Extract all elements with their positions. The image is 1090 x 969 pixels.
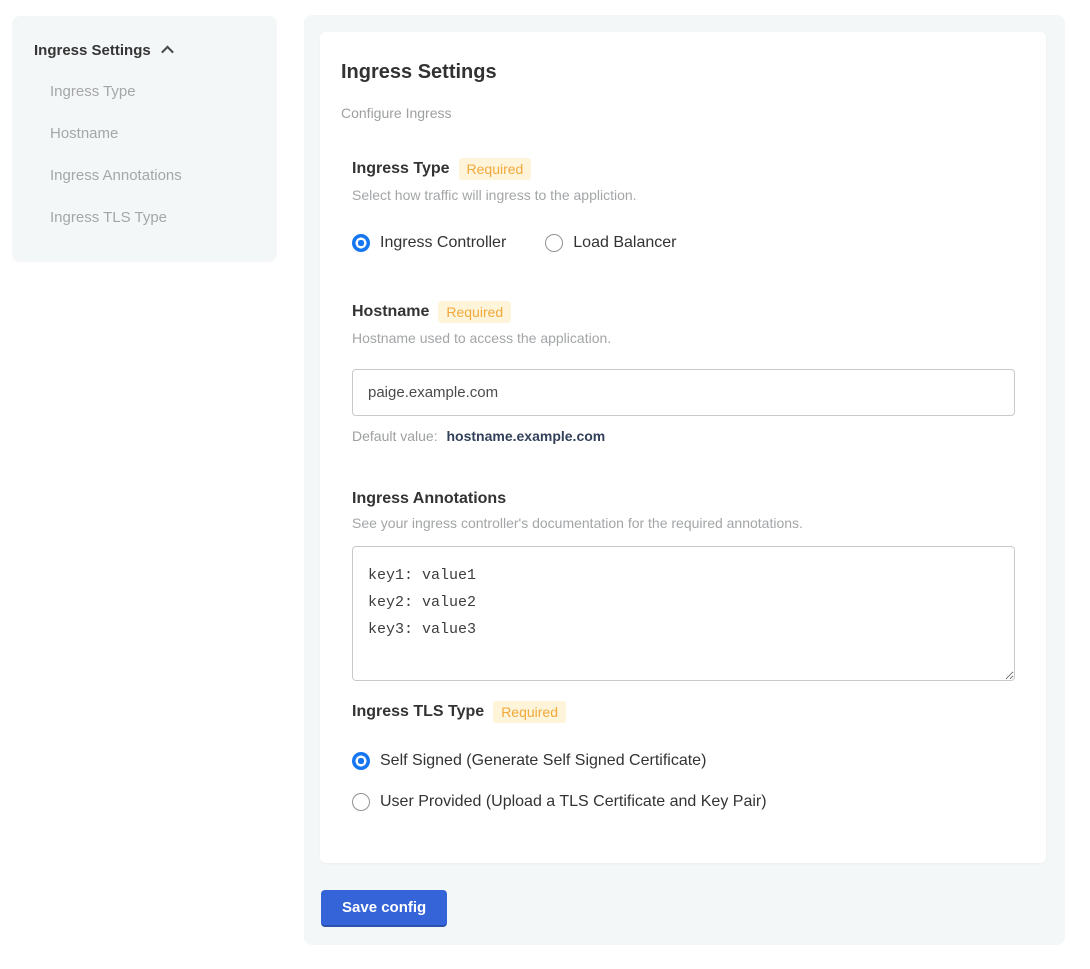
sidebar-group-ingress-settings[interactable]: Ingress Settings <box>34 42 277 59</box>
ingress-annotations-label: Ingress Annotations <box>352 490 506 508</box>
radio-option-label: Load Balancer <box>573 234 676 252</box>
config-panel: Ingress Settings Configure Ingress Ingre… <box>304 15 1065 945</box>
save-config-button[interactable]: Save config <box>321 890 447 927</box>
hostname-input[interactable] <box>352 369 1015 416</box>
radio-option-label: User Provided (Upload a TLS Certificate … <box>380 793 767 811</box>
radio-unselected-icon[interactable] <box>352 793 370 811</box>
default-value-prefix: Default value: <box>352 428 438 444</box>
radio-selected-icon[interactable] <box>352 234 370 252</box>
chevron-up-icon <box>161 46 174 59</box>
radio-option-user-provided[interactable]: User Provided (Upload a TLS Certificate … <box>352 793 1015 811</box>
radio-selected-icon[interactable] <box>352 752 370 770</box>
required-badge: Required <box>459 158 532 180</box>
hostname-label: Hostname <box>352 303 429 321</box>
ingress-tls-radio-group: Self Signed (Generate Self Signed Certif… <box>352 752 1015 811</box>
radio-option-label: Ingress Controller <box>380 234 506 252</box>
hostname-help: Hostname used to access the application. <box>352 330 1015 346</box>
ingress-tls-type-label: Ingress TLS Type <box>352 703 484 721</box>
page-title: Ingress Settings <box>341 61 1015 84</box>
sidebar-item-ingress-tls-type[interactable]: Ingress TLS Type <box>50 209 277 227</box>
radio-option-load-balancer[interactable]: Load Balancer <box>545 234 676 252</box>
sidebar-item-ingress-type[interactable]: Ingress Type <box>50 83 277 101</box>
section-hostname: Hostname Required Hostname used to acces… <box>352 301 1015 444</box>
radio-unselected-icon[interactable] <box>545 234 563 252</box>
ingress-type-label: Ingress Type <box>352 160 450 178</box>
default-value-link[interactable]: hostname.example.com <box>447 428 606 444</box>
hostname-default-line: Default value: hostname.example.com <box>352 428 1015 444</box>
ingress-type-radio-group: Ingress Controller Load Balancer <box>352 234 1015 252</box>
section-ingress-annotations: Ingress Annotations See your ingress con… <box>352 490 1015 681</box>
radio-option-self-signed[interactable]: Self Signed (Generate Self Signed Certif… <box>352 752 1015 770</box>
ingress-annotations-textarea[interactable]: key1: value1 key2: value2 key3: value3 <box>352 546 1015 681</box>
config-card: Ingress Settings Configure Ingress Ingre… <box>320 32 1046 863</box>
radio-option-label: Self Signed (Generate Self Signed Certif… <box>380 752 706 770</box>
config-nav-sidebar: Ingress Settings Ingress Type Hostname I… <box>12 16 277 262</box>
page-subtitle: Configure Ingress <box>341 105 1015 121</box>
ingress-annotations-help: See your ingress controller's documentat… <box>352 515 1015 531</box>
ingress-type-help: Select how traffic will ingress to the a… <box>352 187 1015 203</box>
sidebar-item-hostname[interactable]: Hostname <box>50 125 277 143</box>
section-ingress-tls-type: Ingress TLS Type Required Self Signed (G… <box>352 701 1015 811</box>
required-badge: Required <box>493 701 566 723</box>
radio-option-ingress-controller[interactable]: Ingress Controller <box>352 234 506 252</box>
section-ingress-type: Ingress Type Required Select how traffic… <box>352 158 1015 252</box>
sidebar-item-ingress-annotations[interactable]: Ingress Annotations <box>50 167 277 185</box>
required-badge: Required <box>438 301 511 323</box>
sidebar-group-label: Ingress Settings <box>34 42 151 59</box>
